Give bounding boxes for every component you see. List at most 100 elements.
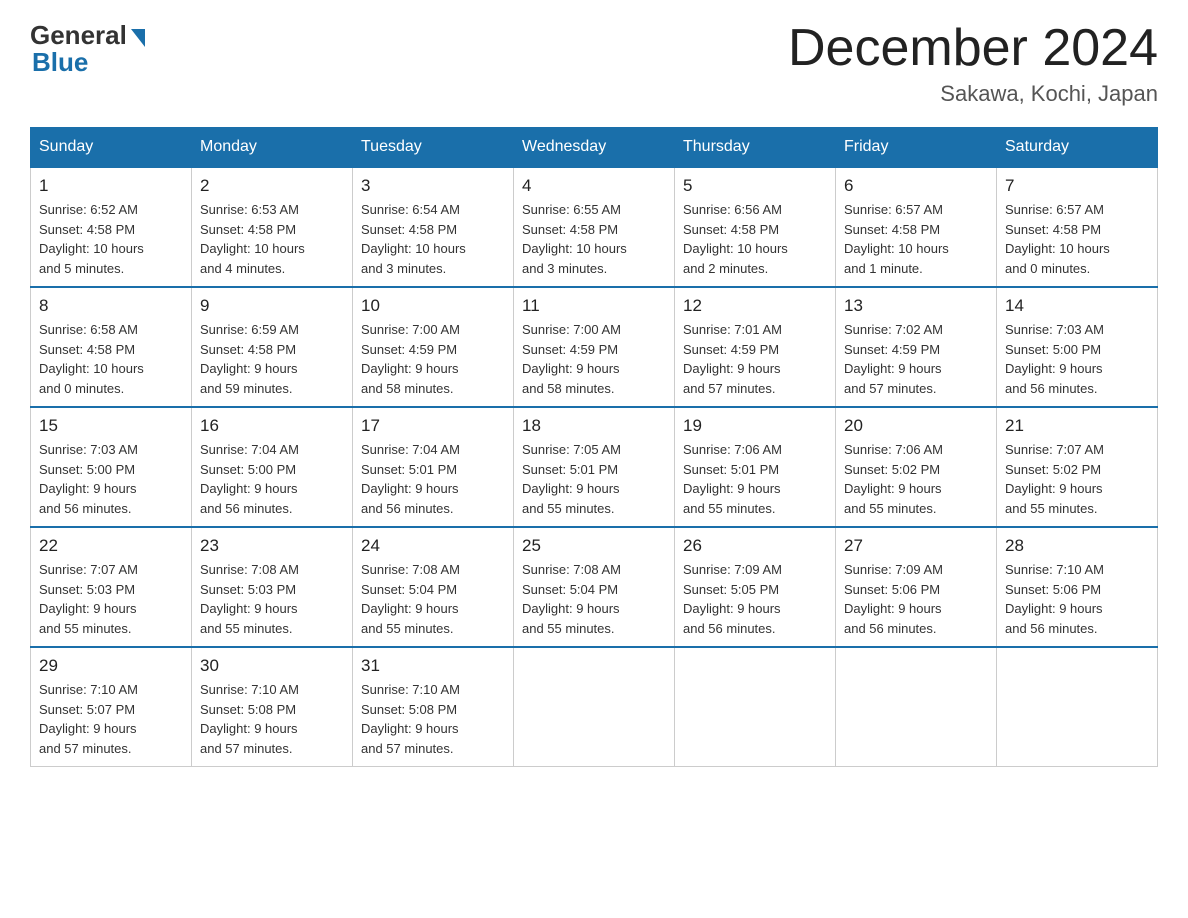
day-number: 15 — [39, 416, 183, 436]
day-number: 24 — [361, 536, 505, 556]
day-info: Sunrise: 7:08 AM Sunset: 5:04 PM Dayligh… — [522, 560, 666, 638]
day-number: 7 — [1005, 176, 1149, 196]
day-number: 23 — [200, 536, 344, 556]
day-info: Sunrise: 6:54 AM Sunset: 4:58 PM Dayligh… — [361, 200, 505, 278]
day-info: Sunrise: 7:10 AM Sunset: 5:08 PM Dayligh… — [200, 680, 344, 758]
day-number: 4 — [522, 176, 666, 196]
day-number: 22 — [39, 536, 183, 556]
month-title: December 2024 — [788, 20, 1158, 77]
day-number: 3 — [361, 176, 505, 196]
calendar-cell: 19 Sunrise: 7:06 AM Sunset: 5:01 PM Dayl… — [675, 407, 836, 527]
calendar-cell: 28 Sunrise: 7:10 AM Sunset: 5:06 PM Dayl… — [997, 527, 1158, 647]
weekday-header-row: SundayMondayTuesdayWednesdayThursdayFrid… — [31, 128, 1158, 168]
day-number: 29 — [39, 656, 183, 676]
day-info: Sunrise: 7:09 AM Sunset: 5:05 PM Dayligh… — [683, 560, 827, 638]
week-row-5: 29 Sunrise: 7:10 AM Sunset: 5:07 PM Dayl… — [31, 647, 1158, 767]
header-wednesday: Wednesday — [514, 128, 675, 168]
calendar-cell: 8 Sunrise: 6:58 AM Sunset: 4:58 PM Dayli… — [31, 287, 192, 407]
header-sunday: Sunday — [31, 128, 192, 168]
day-info: Sunrise: 7:04 AM Sunset: 5:01 PM Dayligh… — [361, 440, 505, 518]
day-info: Sunrise: 6:56 AM Sunset: 4:58 PM Dayligh… — [683, 200, 827, 278]
header-thursday: Thursday — [675, 128, 836, 168]
day-number: 6 — [844, 176, 988, 196]
header-tuesday: Tuesday — [353, 128, 514, 168]
logo: General Blue — [30, 20, 145, 78]
location-text: Sakawa, Kochi, Japan — [788, 81, 1158, 107]
day-info: Sunrise: 7:06 AM Sunset: 5:02 PM Dayligh… — [844, 440, 988, 518]
day-info: Sunrise: 7:04 AM Sunset: 5:00 PM Dayligh… — [200, 440, 344, 518]
day-info: Sunrise: 7:06 AM Sunset: 5:01 PM Dayligh… — [683, 440, 827, 518]
day-info: Sunrise: 7:07 AM Sunset: 5:03 PM Dayligh… — [39, 560, 183, 638]
logo-blue-text: Blue — [32, 47, 88, 78]
day-number: 19 — [683, 416, 827, 436]
day-number: 31 — [361, 656, 505, 676]
header-saturday: Saturday — [997, 128, 1158, 168]
page-header: General Blue December 2024 Sakawa, Kochi… — [30, 20, 1158, 107]
calendar-cell: 22 Sunrise: 7:07 AM Sunset: 5:03 PM Dayl… — [31, 527, 192, 647]
day-number: 2 — [200, 176, 344, 196]
week-row-2: 8 Sunrise: 6:58 AM Sunset: 4:58 PM Dayli… — [31, 287, 1158, 407]
day-number: 21 — [1005, 416, 1149, 436]
day-info: Sunrise: 6:52 AM Sunset: 4:58 PM Dayligh… — [39, 200, 183, 278]
calendar-cell: 31 Sunrise: 7:10 AM Sunset: 5:08 PM Dayl… — [353, 647, 514, 767]
day-number: 16 — [200, 416, 344, 436]
day-info: Sunrise: 6:53 AM Sunset: 4:58 PM Dayligh… — [200, 200, 344, 278]
calendar-cell: 1 Sunrise: 6:52 AM Sunset: 4:58 PM Dayli… — [31, 167, 192, 287]
logo-arrow-icon — [131, 29, 145, 47]
calendar-cell: 7 Sunrise: 6:57 AM Sunset: 4:58 PM Dayli… — [997, 167, 1158, 287]
calendar-cell: 3 Sunrise: 6:54 AM Sunset: 4:58 PM Dayli… — [353, 167, 514, 287]
day-info: Sunrise: 7:00 AM Sunset: 4:59 PM Dayligh… — [522, 320, 666, 398]
day-info: Sunrise: 7:05 AM Sunset: 5:01 PM Dayligh… — [522, 440, 666, 518]
day-info: Sunrise: 7:10 AM Sunset: 5:06 PM Dayligh… — [1005, 560, 1149, 638]
day-info: Sunrise: 6:57 AM Sunset: 4:58 PM Dayligh… — [844, 200, 988, 278]
day-number: 18 — [522, 416, 666, 436]
day-number: 10 — [361, 296, 505, 316]
day-number: 28 — [1005, 536, 1149, 556]
calendar-cell: 2 Sunrise: 6:53 AM Sunset: 4:58 PM Dayli… — [192, 167, 353, 287]
calendar-cell: 26 Sunrise: 7:09 AM Sunset: 5:05 PM Dayl… — [675, 527, 836, 647]
day-info: Sunrise: 7:09 AM Sunset: 5:06 PM Dayligh… — [844, 560, 988, 638]
calendar-cell: 6 Sunrise: 6:57 AM Sunset: 4:58 PM Dayli… — [836, 167, 997, 287]
day-number: 9 — [200, 296, 344, 316]
calendar-cell: 14 Sunrise: 7:03 AM Sunset: 5:00 PM Dayl… — [997, 287, 1158, 407]
title-section: December 2024 Sakawa, Kochi, Japan — [788, 20, 1158, 107]
day-info: Sunrise: 7:07 AM Sunset: 5:02 PM Dayligh… — [1005, 440, 1149, 518]
day-number: 14 — [1005, 296, 1149, 316]
calendar-cell — [836, 647, 997, 767]
calendar-cell: 23 Sunrise: 7:08 AM Sunset: 5:03 PM Dayl… — [192, 527, 353, 647]
week-row-1: 1 Sunrise: 6:52 AM Sunset: 4:58 PM Dayli… — [31, 167, 1158, 287]
calendar-cell: 9 Sunrise: 6:59 AM Sunset: 4:58 PM Dayli… — [192, 287, 353, 407]
day-number: 30 — [200, 656, 344, 676]
day-info: Sunrise: 7:01 AM Sunset: 4:59 PM Dayligh… — [683, 320, 827, 398]
day-number: 27 — [844, 536, 988, 556]
calendar-cell: 10 Sunrise: 7:00 AM Sunset: 4:59 PM Dayl… — [353, 287, 514, 407]
calendar-cell: 17 Sunrise: 7:04 AM Sunset: 5:01 PM Dayl… — [353, 407, 514, 527]
day-info: Sunrise: 6:55 AM Sunset: 4:58 PM Dayligh… — [522, 200, 666, 278]
calendar-table: SundayMondayTuesdayWednesdayThursdayFrid… — [30, 127, 1158, 767]
calendar-cell: 11 Sunrise: 7:00 AM Sunset: 4:59 PM Dayl… — [514, 287, 675, 407]
calendar-cell — [675, 647, 836, 767]
calendar-cell — [997, 647, 1158, 767]
calendar-cell: 12 Sunrise: 7:01 AM Sunset: 4:59 PM Dayl… — [675, 287, 836, 407]
week-row-4: 22 Sunrise: 7:07 AM Sunset: 5:03 PM Dayl… — [31, 527, 1158, 647]
day-info: Sunrise: 7:03 AM Sunset: 5:00 PM Dayligh… — [1005, 320, 1149, 398]
day-info: Sunrise: 6:58 AM Sunset: 4:58 PM Dayligh… — [39, 320, 183, 398]
day-number: 17 — [361, 416, 505, 436]
calendar-cell: 16 Sunrise: 7:04 AM Sunset: 5:00 PM Dayl… — [192, 407, 353, 527]
header-friday: Friday — [836, 128, 997, 168]
day-info: Sunrise: 6:59 AM Sunset: 4:58 PM Dayligh… — [200, 320, 344, 398]
day-info: Sunrise: 7:02 AM Sunset: 4:59 PM Dayligh… — [844, 320, 988, 398]
day-info: Sunrise: 7:03 AM Sunset: 5:00 PM Dayligh… — [39, 440, 183, 518]
calendar-cell — [514, 647, 675, 767]
week-row-3: 15 Sunrise: 7:03 AM Sunset: 5:00 PM Dayl… — [31, 407, 1158, 527]
day-number: 13 — [844, 296, 988, 316]
calendar-cell: 24 Sunrise: 7:08 AM Sunset: 5:04 PM Dayl… — [353, 527, 514, 647]
day-number: 1 — [39, 176, 183, 196]
day-number: 25 — [522, 536, 666, 556]
header-monday: Monday — [192, 128, 353, 168]
calendar-cell: 30 Sunrise: 7:10 AM Sunset: 5:08 PM Dayl… — [192, 647, 353, 767]
day-number: 11 — [522, 296, 666, 316]
calendar-cell: 4 Sunrise: 6:55 AM Sunset: 4:58 PM Dayli… — [514, 167, 675, 287]
calendar-cell: 18 Sunrise: 7:05 AM Sunset: 5:01 PM Dayl… — [514, 407, 675, 527]
day-number: 8 — [39, 296, 183, 316]
